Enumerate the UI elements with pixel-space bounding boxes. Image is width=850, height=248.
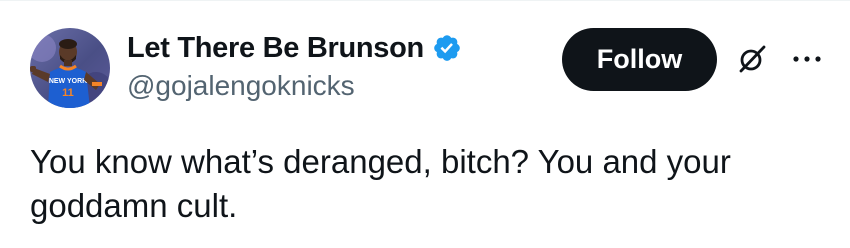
svg-text:NEW YORK: NEW YORK [49, 78, 87, 85]
author-name-row: Let There Be Brunson [127, 30, 462, 66]
tweet-card: NEW YORK 11 Let There Be Brunson @gojale… [0, 0, 850, 248]
verified-badge-icon[interactable] [432, 33, 462, 63]
divider [0, 0, 850, 1]
more-icon[interactable] [790, 48, 824, 70]
grok-icon[interactable] [737, 44, 767, 74]
follow-button[interactable]: Follow [562, 28, 717, 91]
tweet-text: You know what’s deranged, bitch? You and… [30, 143, 731, 224]
player-avatar-icon: NEW YORK 11 [30, 34, 110, 108]
avatar[interactable]: NEW YORK 11 [30, 28, 110, 108]
display-name[interactable]: Let There Be Brunson [127, 32, 424, 65]
author-handle[interactable]: @gojalengoknicks [127, 70, 355, 102]
svg-text:11: 11 [62, 87, 74, 99]
